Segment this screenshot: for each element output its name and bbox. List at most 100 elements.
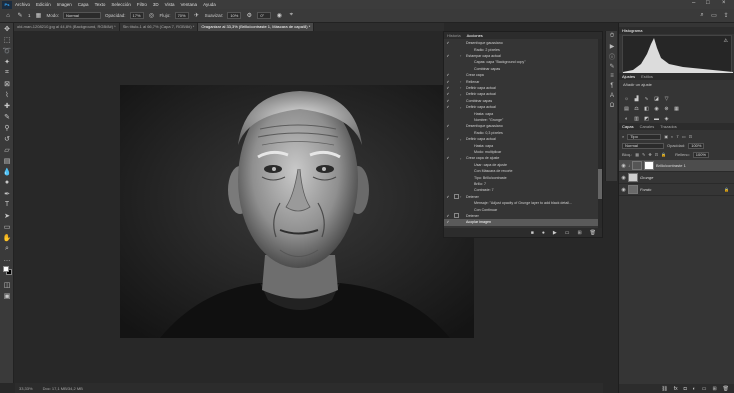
brush-tool-icon[interactable]: ✎	[16, 12, 24, 20]
layer-name[interactable]: Brillo/contraste 1	[656, 163, 686, 168]
hand-tool-icon[interactable]: ✋	[0, 232, 14, 243]
dialog-toggle-icon[interactable]	[452, 162, 460, 167]
more-tools-icon[interactable]: …	[0, 254, 14, 265]
lock-paint-icon[interactable]: ✎	[642, 152, 645, 157]
new-layer-icon[interactable]: ⊞	[712, 386, 716, 392]
dialog-toggle-icon[interactable]	[452, 79, 460, 84]
dialog-toggle-icon[interactable]	[452, 130, 460, 135]
eyedropper-tool-icon[interactable]: ⌇	[0, 89, 14, 100]
tab-histograma[interactable]: Histograma	[622, 28, 642, 33]
blur-tool-icon[interactable]: 💧	[0, 166, 14, 177]
document-size[interactable]: Doc: 17,1 MB/34,2 MB	[43, 386, 83, 391]
tab-ajustes[interactable]: Ajustes	[622, 74, 635, 79]
eye-icon[interactable]: ◉	[619, 175, 628, 181]
checkmark-icon[interactable]: ✔	[444, 99, 452, 103]
dialog-toggle-icon[interactable]	[452, 149, 460, 154]
checkmark-icon[interactable]: ✔	[444, 124, 452, 128]
marquee-tool-icon[interactable]: ⬚	[0, 34, 14, 45]
checkmark-icon[interactable]: ✔	[444, 195, 452, 199]
document-canvas-image[interactable]	[120, 85, 474, 338]
dialog-toggle-icon[interactable]	[452, 117, 460, 122]
levels-icon[interactable]: ▟	[633, 95, 640, 102]
mask-thumbnail[interactable]	[644, 161, 654, 170]
checkmark-icon[interactable]: ✔	[444, 86, 452, 90]
menu-imagen[interactable]: Imagen	[54, 2, 75, 7]
color-lookup-icon[interactable]: ▦	[673, 105, 680, 112]
filter-adjust-icon[interactable]: ◐	[671, 134, 673, 139]
lock-pixels-icon[interactable]: ▦	[635, 152, 639, 157]
pressure-opacity-icon[interactable]: ◎	[148, 12, 156, 20]
lasso-tool-icon[interactable]: ➰	[0, 45, 14, 56]
vibrance-icon[interactable]: ▽	[663, 95, 670, 102]
dialog-toggle-icon[interactable]	[452, 92, 460, 97]
dialog-toggle-icon[interactable]	[452, 124, 460, 129]
layer-row-grunge[interactable]: ◉ Grunge	[619, 172, 734, 184]
properties-panel-icon[interactable]: ≡	[606, 71, 618, 81]
tab-old-man[interactable]: old-man-1208210.jpg al 44,8% (Background…	[14, 23, 120, 31]
pen-tool-icon[interactable]: ✒	[0, 188, 14, 199]
hue-saturation-icon[interactable]: ▤	[623, 105, 630, 112]
gradient-map-icon[interactable]: ▬	[653, 115, 660, 122]
actions-scrollbar[interactable]	[598, 39, 602, 229]
frame-tool-icon[interactable]: ⊠	[0, 78, 14, 89]
menu-archivo[interactable]: Archivo	[12, 2, 33, 7]
move-tool-icon[interactable]: ✥	[0, 23, 14, 34]
checkmark-icon[interactable]: ✔	[444, 137, 452, 141]
dialog-toggle-icon[interactable]	[452, 181, 460, 186]
eraser-tool-icon[interactable]: ▱	[0, 144, 14, 155]
delete-layer-icon[interactable]: 🗑	[723, 386, 729, 392]
lock-artboard-icon[interactable]: ⊡	[655, 152, 658, 157]
lock-position-icon[interactable]: ✥	[648, 152, 651, 157]
brightness-contrast-icon[interactable]: ☼	[623, 95, 630, 102]
dialog-toggle-icon[interactable]	[452, 111, 460, 116]
stop-icon[interactable]: ■	[531, 230, 534, 236]
brushes-panel-icon[interactable]: ✎	[606, 61, 618, 71]
dialog-toggle-icon[interactable]	[452, 188, 460, 193]
lock-all-icon[interactable]: 🔒	[661, 152, 666, 157]
checkmark-icon[interactable]: ✔	[444, 92, 452, 96]
checkmark-icon[interactable]: ✔	[444, 105, 452, 109]
menu-ayuda[interactable]: Ayuda	[200, 2, 219, 7]
layer-style-icon[interactable]: fx	[674, 386, 678, 392]
search-icon[interactable]: ⌕	[698, 12, 706, 20]
clone-stamp-tool-icon[interactable]: ⚲	[0, 122, 14, 133]
checkmark-icon[interactable]: ✔	[444, 156, 452, 160]
new-group-icon[interactable]: ▭	[702, 386, 707, 392]
info-panel-icon[interactable]: ⓘ	[606, 51, 618, 61]
dialog-toggle-icon[interactable]	[452, 53, 460, 58]
record-icon[interactable]: ●	[542, 230, 545, 236]
dialog-toggle-icon[interactable]	[452, 98, 460, 103]
black-white-icon[interactable]: ◧	[643, 105, 650, 112]
dialog-toggle-icon[interactable]	[452, 73, 460, 78]
checkmark-icon[interactable]: ✔	[444, 41, 452, 45]
zoom-level[interactable]: 33,33%	[19, 386, 33, 391]
dialog-toggle-icon[interactable]	[453, 194, 459, 200]
dialog-toggle-icon[interactable]	[452, 175, 460, 180]
layer-row-fondo[interactable]: ◉ Fondo 🔒	[619, 184, 734, 196]
blend-mode-select[interactable]: Normal	[622, 142, 664, 149]
magic-wand-tool-icon[interactable]: ✦	[0, 56, 14, 67]
trash-icon[interactable]: 🗑	[590, 230, 596, 236]
action-row[interactable]: ✔ Acoplar imagen	[444, 219, 600, 226]
crop-tool-icon[interactable]: ⌗	[0, 67, 14, 78]
brush-size[interactable]: 1	[28, 13, 31, 18]
dodge-tool-icon[interactable]: ●	[0, 177, 14, 188]
new-set-icon[interactable]: ▭	[565, 230, 570, 236]
glyphs-panel-icon[interactable]: Ω	[606, 101, 618, 111]
scrollbar-thumb[interactable]	[598, 169, 602, 199]
foreground-color-swatch[interactable]	[3, 266, 9, 272]
curves-icon[interactable]: ∿	[643, 95, 650, 102]
eye-icon[interactable]: ◉	[619, 187, 628, 193]
link-layers-icon[interactable]: ⛓	[661, 386, 667, 392]
menu-filtro[interactable]: Filtro	[134, 2, 150, 7]
dialog-toggle-icon[interactable]	[452, 220, 460, 225]
dialog-toggle-icon[interactable]	[452, 85, 460, 90]
paragraph-panel-icon[interactable]: ¶	[606, 81, 618, 91]
layer-name[interactable]: Fondo	[640, 187, 651, 192]
menu-seleccion[interactable]: Selección	[108, 2, 134, 7]
threshold-icon[interactable]: ◩	[643, 115, 650, 122]
menu-capa[interactable]: Capa	[75, 2, 92, 7]
tab-organizar[interactable]: Oraganizar al 33,3% (Brillo/contraste 1,…	[198, 23, 315, 31]
tab-canales[interactable]: Canales	[640, 124, 655, 129]
posterize-icon[interactable]: ▥	[633, 115, 640, 122]
